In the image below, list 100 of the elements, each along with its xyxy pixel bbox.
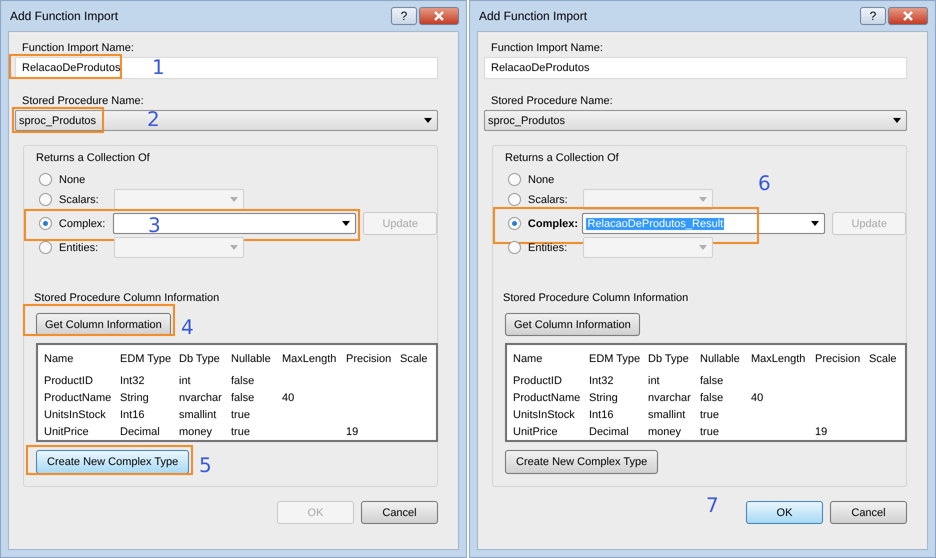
cancel-button[interactable]: Cancel	[830, 501, 907, 524]
type-dropdown[interactable]	[113, 213, 356, 234]
close-icon	[902, 11, 914, 21]
option-label: Scalars:	[59, 194, 100, 206]
cancel-button[interactable]: Cancel	[361, 501, 438, 524]
get-column-button[interactable]: Get Column Information	[36, 313, 171, 336]
step-number-overlay: 5	[199, 454, 212, 476]
column-header[interactable]: Scale	[869, 353, 903, 365]
step-number-overlay: 7	[706, 494, 719, 516]
radio-button[interactable]	[39, 173, 52, 186]
group-label: Returns a Collection Of	[36, 152, 150, 164]
table-cell-text: 40	[751, 392, 764, 404]
table-cell-text: money	[648, 426, 682, 438]
column-header[interactable]: EDM Type	[120, 353, 179, 365]
option-label: None	[528, 174, 556, 186]
field-label: Function Import Name:	[22, 42, 134, 54]
dropdown-arrow-icon	[230, 197, 238, 202]
dropdown-arrow-icon	[893, 118, 901, 123]
get-column-button[interactable]: Get Column Information	[505, 313, 640, 336]
radio-button[interactable]	[508, 193, 521, 206]
table-cell-text: nvarchar	[179, 392, 223, 404]
field-label: Stored Procedure Name:	[491, 95, 613, 107]
step-number-overlay: 3	[148, 214, 161, 236]
field-label: Stored Procedure Name:	[22, 95, 144, 107]
column-header[interactable]: Db Type	[179, 353, 231, 365]
option-label: Entities:	[528, 242, 568, 254]
table-cell-text: false	[700, 392, 724, 404]
help-button[interactable]: ?	[391, 7, 417, 25]
close-icon	[433, 11, 445, 21]
table-cell-text: false	[700, 374, 724, 386]
section-label: Stored Procedure Column Information	[34, 292, 220, 304]
radio-button[interactable]	[508, 241, 521, 254]
table-cell-text: 19	[815, 426, 828, 438]
table-cell-text: Decimal	[589, 426, 630, 438]
column-header[interactable]: MaxLength	[282, 353, 346, 365]
table-cell-text: true	[700, 426, 720, 438]
table-cell-text: nvarchar	[648, 392, 692, 404]
table-cell-text: smallint	[179, 408, 218, 420]
column-header[interactable]: Precision	[815, 353, 869, 365]
table-cell-text: ProductID	[513, 374, 563, 386]
table-cell-text: false	[231, 374, 256, 386]
dropdown-arrow-icon	[424, 118, 432, 123]
option-label: Complex:	[58, 218, 106, 230]
table-cell-text: 40	[282, 392, 296, 404]
radio-button[interactable]	[39, 217, 52, 230]
procedure-dropdown[interactable]: sproc_Produtos	[484, 110, 907, 131]
table-cell-text: ProductID	[44, 374, 94, 386]
field-label: Function Import Name:	[491, 42, 603, 54]
option-label: Entities:	[59, 242, 100, 254]
dropdown-arrow-icon	[699, 197, 707, 202]
dropdown-arrow-icon	[342, 221, 350, 226]
table-cell-text: String	[589, 392, 619, 404]
table-cell-text: Int16	[120, 408, 146, 420]
section-label: Stored Procedure Column Information	[503, 292, 688, 304]
table-cell-text: true	[231, 426, 251, 438]
close-button[interactable]	[888, 7, 928, 25]
column-header[interactable]: Precision	[346, 353, 400, 365]
column-header[interactable]: Nullable	[700, 353, 751, 365]
radio-button[interactable]	[39, 193, 52, 206]
step-number-overlay: 2	[147, 108, 160, 130]
option-label: Complex:	[528, 218, 580, 230]
ok-button[interactable]: OK	[746, 501, 823, 524]
dropdown-arrow-icon	[230, 245, 238, 250]
radio-button[interactable]	[508, 217, 521, 230]
table-cell-text: Int32	[589, 374, 614, 386]
table-cell-text: ProductName	[44, 392, 112, 404]
column-header[interactable]: Scale	[400, 353, 434, 365]
option-label: None	[59, 174, 86, 186]
table-cell-text: money	[179, 426, 214, 438]
table-cell-text: true	[231, 408, 251, 420]
step-number-overlay: 6	[758, 172, 771, 194]
window-title: Add Function Import	[9, 9, 120, 23]
table-cell-text: 19	[346, 426, 360, 438]
radio-button[interactable]	[508, 173, 521, 186]
column-header[interactable]: Nullable	[231, 353, 282, 365]
column-header[interactable]: MaxLength	[751, 353, 815, 365]
create-type-button[interactable]: Create New Complex Type	[36, 450, 190, 474]
dropdown-arrow-icon	[699, 245, 707, 250]
table-cell-text: ProductName	[513, 392, 582, 404]
column-header[interactable]: EDM Type	[589, 353, 648, 365]
window-title: Add Function Import	[478, 9, 588, 23]
table-cell-text: int	[648, 374, 661, 386]
table-cell-text: true	[700, 408, 720, 420]
table-cell-text: UnitsInStock	[44, 408, 107, 420]
column-header[interactable]: Name	[44, 353, 120, 365]
radio-button[interactable]	[39, 241, 52, 254]
table-cell-text: false	[231, 392, 256, 404]
close-button[interactable]	[419, 7, 459, 25]
table-cell-text: int	[179, 374, 192, 386]
option-label: Scalars:	[528, 194, 569, 206]
help-button[interactable]: ?	[860, 7, 886, 25]
table-cell-text: UnitPrice	[513, 426, 559, 438]
create-type-button[interactable]: Create New Complex Type	[505, 450, 658, 474]
table-cell-text: Int32	[120, 374, 146, 386]
step-number-overlay: 1	[152, 56, 165, 78]
column-header[interactable]: Name	[513, 353, 589, 365]
column-header[interactable]: Db Type	[648, 353, 700, 365]
table-cell-text: Decimal	[120, 426, 161, 438]
name-field[interactable]: RelacaoDeProdutos	[484, 57, 907, 79]
table-cell-text: UnitsInStock	[513, 408, 576, 420]
